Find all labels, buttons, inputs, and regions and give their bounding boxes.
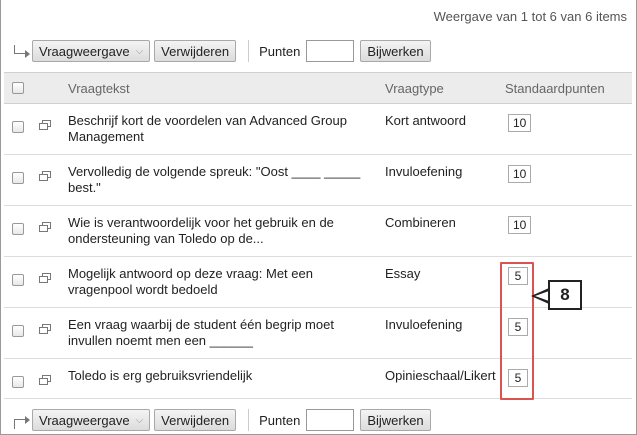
question-type: Invuloefening [385, 317, 463, 332]
select-all-checkbox[interactable] [12, 82, 24, 94]
points-input[interactable] [306, 409, 355, 431]
question-text[interactable]: Beschrijf kort de voordelen van Advanced… [68, 113, 368, 145]
table-row: Een vraag waarbij de student één begrip … [4, 308, 632, 359]
selection-arrow-icon [4, 41, 32, 61]
points-highlight-box [500, 262, 534, 400]
chevron-down-icon: ⌵ [135, 45, 144, 57]
delete-button[interactable]: Verwijderen [154, 409, 237, 431]
delete-button[interactable]: Verwijderen [154, 40, 237, 62]
question-type: Combineren [385, 215, 456, 230]
update-button[interactable]: Bijwerken [360, 409, 431, 431]
question-type: Opinieschaal/Likert [385, 368, 496, 383]
row-checkbox[interactable] [12, 121, 24, 133]
table-row: Beschrijf kort de voordelen van Advanced… [4, 104, 632, 155]
question-icon [39, 324, 51, 334]
row-checkbox[interactable] [12, 274, 24, 286]
points-value[interactable]: 10 [508, 114, 532, 132]
question-view-label: Vraagweergave [39, 43, 130, 59]
items-summary: Weergave van 1 tot 6 van 6 items [433, 9, 627, 24]
question-view-button[interactable]: Vraagweergave ⌵ [32, 40, 151, 62]
column-header-text[interactable]: Vraagtekst [68, 81, 368, 97]
toolbar-divider [248, 40, 250, 62]
column-header-points[interactable]: Standaardpunten [505, 81, 605, 96]
table-row: Vervolledig de volgende spreuk: "Oost __… [4, 155, 632, 206]
table-header: Vraagtekst Vraagtype Standaardpunten [4, 72, 632, 104]
question-text[interactable]: Wie is verantwoordelijk voor het gebruik… [68, 215, 353, 247]
question-icon [39, 273, 51, 283]
selection-arrow-icon [4, 410, 32, 430]
question-type: Essay [385, 266, 421, 281]
row-checkbox[interactable] [12, 172, 24, 184]
question-text[interactable]: Mogelijk antwoord op deze vraag: Met een… [68, 266, 353, 298]
question-text[interactable]: Een vraag waarbij de student één begrip … [68, 317, 353, 349]
question-type: Invuloefening [385, 164, 463, 179]
question-icon [39, 222, 51, 232]
toolbar-divider [248, 409, 250, 431]
question-icon [39, 375, 51, 385]
row-checkbox[interactable] [12, 223, 24, 235]
questions-table: Vraagtekst Vraagtype Standaardpunten Bes… [4, 72, 632, 399]
question-icon [39, 171, 51, 181]
bottom-toolbar: Vraagweergave ⌵ Verwijderen Punten Bijwer… [4, 405, 632, 435]
update-button[interactable]: Bijwerken [360, 40, 431, 62]
points-value[interactable]: 10 [508, 216, 532, 234]
chevron-down-icon: ⌵ [135, 414, 144, 426]
question-view-label: Vraagweergave [39, 412, 130, 428]
question-text[interactable]: Toledo is erg gebruiksvriendelijk [68, 368, 368, 384]
question-text[interactable]: Vervolledig de volgende spreuk: "Oost __… [68, 164, 363, 196]
question-view-button[interactable]: Vraagweergave ⌵ [32, 409, 151, 431]
points-input[interactable] [306, 40, 355, 62]
table-row: Wie is verantwoordelijk voor het gebruik… [4, 206, 632, 257]
points-value[interactable]: 10 [508, 165, 532, 183]
callout-number: 8 [548, 280, 582, 310]
row-checkbox[interactable] [12, 325, 24, 337]
question-type: Kort antwoord [385, 113, 466, 128]
callout-pointer-fill [535, 291, 549, 301]
points-label: Punten [259, 412, 301, 428]
row-checkbox[interactable] [12, 376, 24, 388]
column-header-type[interactable]: Vraagtype [385, 81, 505, 97]
table-row: Toledo is erg gebruiksvriendelijk Opinie… [4, 359, 632, 399]
points-label: Punten [259, 43, 301, 59]
question-icon [39, 120, 51, 130]
top-toolbar: Vraagweergave ⌵ Verwijderen Punten Bijwer… [4, 36, 632, 66]
